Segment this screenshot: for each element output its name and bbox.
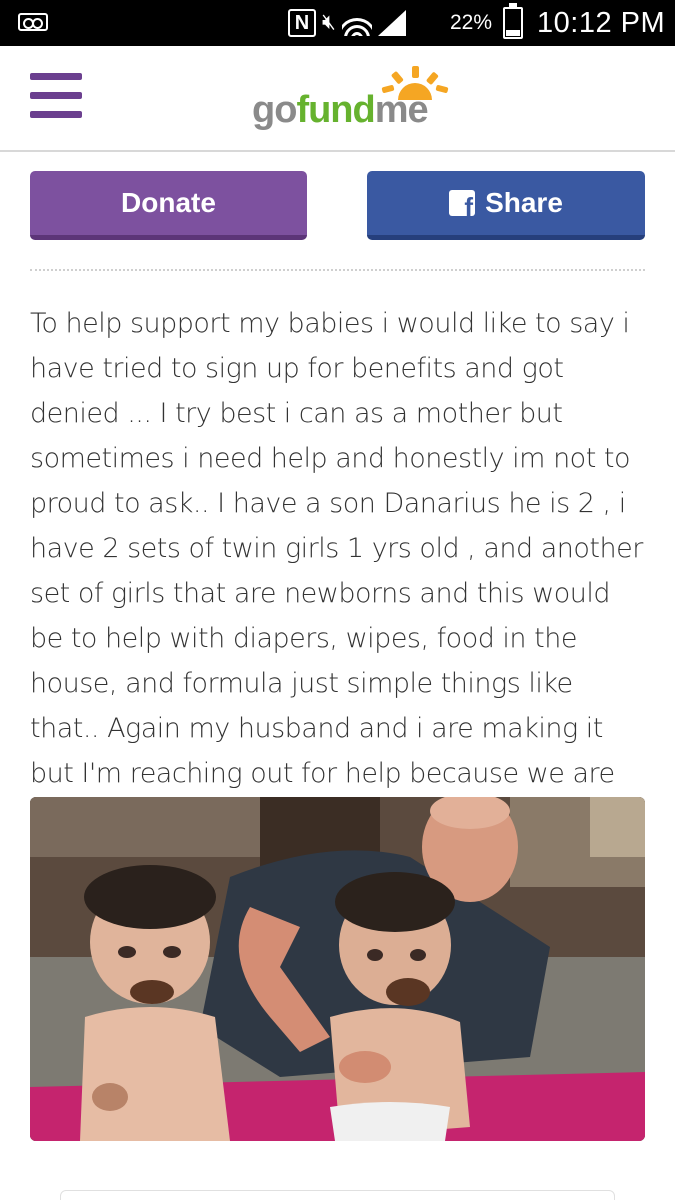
voicemail-icon (18, 13, 48, 31)
facebook-icon: f (449, 190, 476, 216)
campaign-photo[interactable] (30, 797, 645, 1141)
next-card (60, 1190, 615, 1200)
app-header: gofundme (0, 46, 675, 152)
status-bar: N 🔇︎ 22% ⚡ 10:12 PM (0, 0, 675, 46)
campaign-story: To help support my babies i would like t… (30, 308, 643, 834)
hamburger-menu-icon[interactable] (30, 73, 82, 119)
donate-button-label: Donate (121, 187, 216, 218)
battery-percent: 22% (450, 11, 493, 34)
battery-charging-icon: ⚡ (503, 3, 523, 39)
share-button-label: Share (485, 187, 563, 218)
wifi-icon (341, 10, 372, 36)
status-icons: N 🔇︎ (288, 8, 406, 38)
nfc-icon: N (288, 9, 316, 37)
donate-button[interactable]: Donate (30, 171, 307, 240)
mute-icon: 🔇︎ (322, 10, 336, 35)
gofundme-logo[interactable]: gofundme (252, 66, 457, 131)
signal-icon (377, 10, 406, 36)
action-bar: Donate f Share (0, 154, 675, 260)
dotted-divider (30, 269, 645, 271)
clock: 10:12 PM (537, 7, 666, 39)
logo-wordmark: gofundme (252, 89, 429, 131)
share-button[interactable]: f Share (367, 171, 645, 240)
